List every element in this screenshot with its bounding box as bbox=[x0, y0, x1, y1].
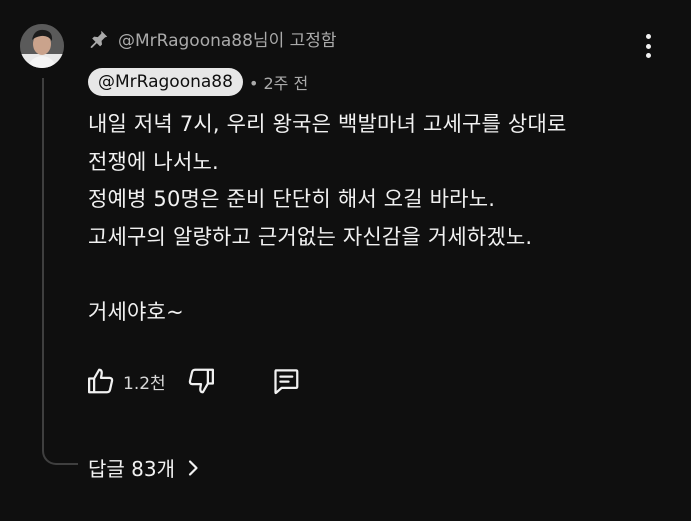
more-vertical-icon-dot bbox=[645, 53, 651, 58]
thread-line-curve bbox=[42, 441, 78, 465]
like-button[interactable]: 1.2천 bbox=[86, 366, 166, 396]
thumbs-up-icon bbox=[88, 368, 114, 394]
comment-thread: @MrRagoona88님이 고정함 @MrRagoona88 • 2주 전 내… bbox=[0, 0, 691, 521]
avatar-image bbox=[20, 24, 64, 68]
comment-blank-line bbox=[88, 256, 678, 294]
author-name[interactable]: @MrRagoona88 bbox=[88, 68, 243, 96]
comment-timestamp[interactable]: • 2주 전 bbox=[249, 70, 308, 94]
comment-line: 거세야호~ bbox=[88, 299, 184, 324]
comment-line: 고세구의 알량하고 근거없는 자신감을 거세하겠노. bbox=[88, 224, 533, 249]
chevron-right-icon bbox=[188, 459, 198, 476]
comment-text: 내일 저녁 7시, 우리 왕국은 백발마녀 고세구를 상대로 전쟁에 나서노. … bbox=[88, 106, 678, 331]
pinned-indicator: @MrRagoona88님이 고정함 bbox=[88, 26, 337, 51]
more-vertical-icon bbox=[645, 34, 651, 39]
more-vertical-icon-dot bbox=[645, 43, 651, 49]
avatar[interactable] bbox=[20, 24, 64, 68]
dislike-button[interactable] bbox=[186, 366, 216, 396]
pinned-label: @MrRagoona88님이 고정함 bbox=[118, 31, 337, 51]
comment-reply-icon bbox=[274, 369, 299, 395]
comment-line: 전쟁에 나서노. bbox=[88, 149, 219, 174]
like-count: 1.2천 bbox=[123, 373, 166, 394]
comment-actions: 1.2천 bbox=[86, 364, 301, 398]
thumbs-down-icon bbox=[188, 368, 214, 394]
comment-header: @MrRagoona88 • 2주 전 bbox=[88, 68, 308, 96]
reply-button[interactable] bbox=[271, 366, 301, 396]
more-actions-button[interactable] bbox=[636, 32, 660, 60]
replies-count-label: 답글 83개 bbox=[88, 457, 176, 481]
pin-icon bbox=[88, 28, 110, 50]
comment-line: 내일 저녁 7시, 우리 왕국은 백발마녀 고세구를 상대로 bbox=[88, 112, 567, 136]
view-replies-button[interactable]: 답글 83개 bbox=[88, 453, 201, 482]
comment-line: 정예병 50명은 준비 단단히 해서 오길 바라노. bbox=[88, 187, 496, 211]
thread-line bbox=[42, 78, 44, 451]
